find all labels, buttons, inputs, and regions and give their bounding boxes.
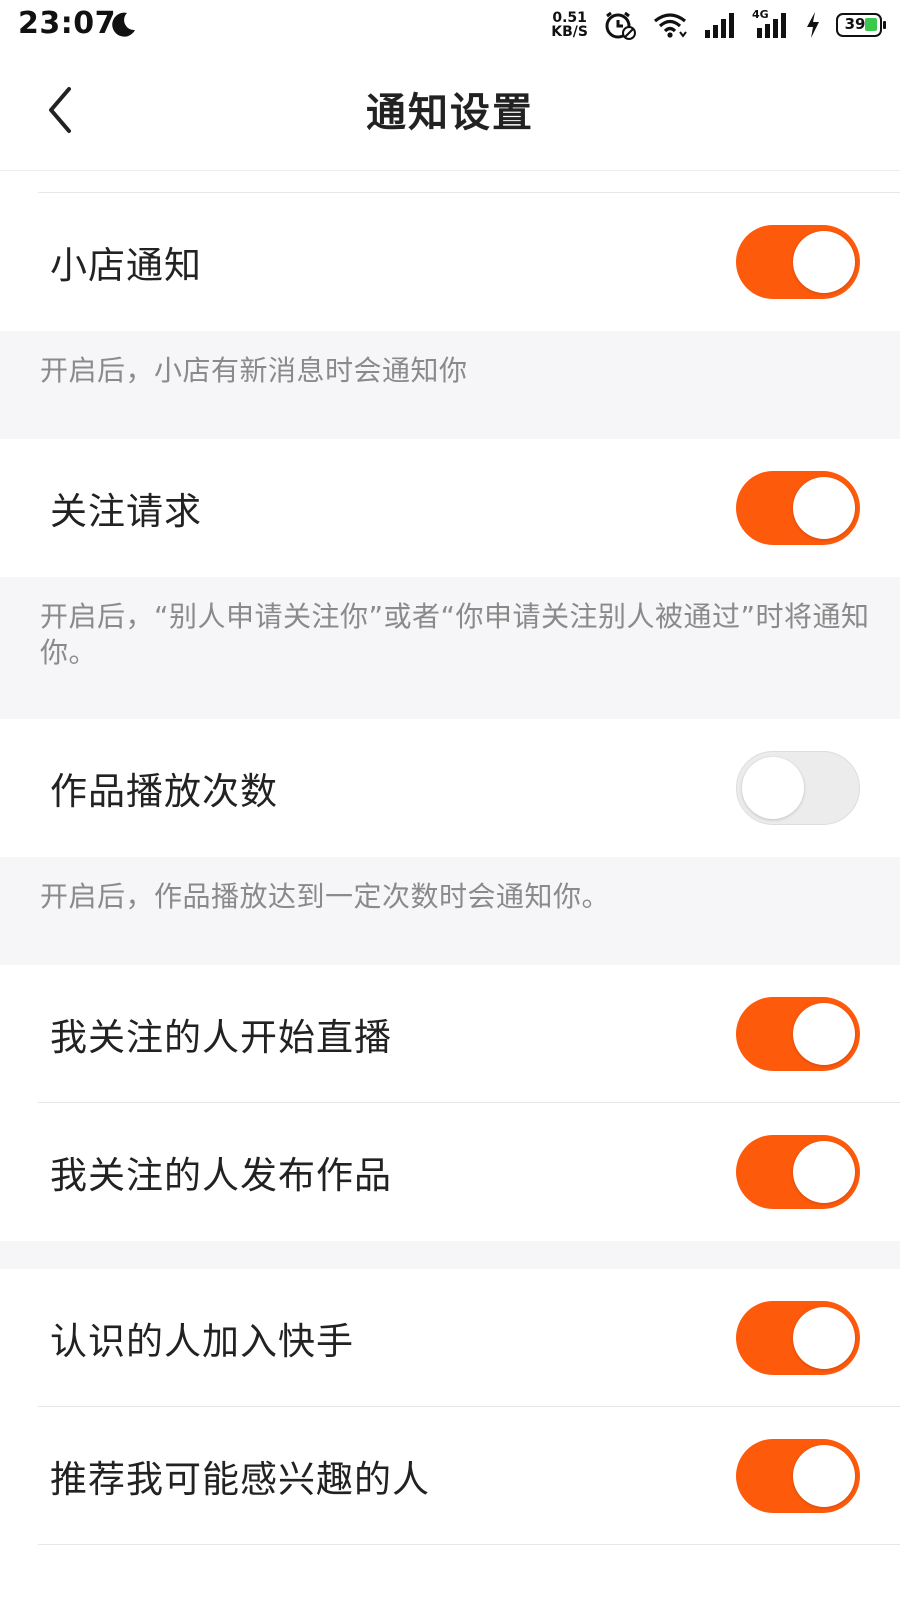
toggle-knob	[742, 757, 804, 819]
settings-list: 小店通知 开启后，小店有新消息时会通知你 关注请求 开启后，“别人申请关注你”或…	[0, 171, 900, 1545]
setting-description: 开启后，作品播放达到一定次数时会通知你。	[0, 857, 900, 965]
setting-row-play-count: 作品播放次数	[0, 719, 900, 857]
status-time: 23:07	[18, 6, 116, 41]
setting-description: 开启后，小店有新消息时会通知你	[0, 331, 900, 439]
nav-bar: 通知设置	[0, 50, 900, 171]
setting-label: 我关注的人发布作品	[50, 1154, 392, 1197]
toggle-knob	[793, 1445, 855, 1507]
signal-4g-icon	[757, 13, 786, 38]
signal-icon	[705, 13, 734, 38]
setting-row-acquaintance-joined: 认识的人加入快手	[0, 1269, 900, 1407]
network-speed-unit: KB/S	[551, 24, 588, 40]
charging-icon	[807, 12, 819, 38]
signal-4g: 4G	[752, 8, 790, 40]
toggle-knob	[793, 477, 855, 539]
setting-row-recommend-people: 推荐我可能感兴趣的人	[0, 1407, 900, 1545]
setting-label: 推荐我可能感兴趣的人	[50, 1458, 430, 1501]
alarm-icon	[605, 11, 636, 40]
setting-label: 关注请求	[50, 490, 202, 533]
status-icons: 0.51 KB/S 4G 39	[551, 6, 886, 44]
status-bar: 23:07 0.51 KB/S 4G 39	[0, 0, 900, 50]
notification-settings-screen: 23:07 0.51 KB/S 4G 39 通知设置 小店通知 开启后，小店有新…	[0, 0, 900, 1600]
wifi-icon	[654, 13, 687, 38]
acquaintance-joined-toggle[interactable]	[736, 1301, 860, 1375]
recommend-people-toggle[interactable]	[736, 1439, 860, 1513]
setting-label: 认识的人加入快手	[50, 1320, 354, 1363]
setting-row-follow-request: 关注请求	[0, 439, 900, 577]
setting-label: 我关注的人开始直播	[50, 1016, 392, 1059]
setting-label: 作品播放次数	[50, 770, 278, 813]
top-divider	[0, 171, 900, 193]
network-speed: 0.51 KB/S	[551, 11, 588, 39]
toggle-knob	[793, 231, 855, 293]
setting-row-following-post: 我关注的人发布作品	[0, 1103, 900, 1241]
following-live-toggle[interactable]	[736, 997, 860, 1071]
row-divider	[38, 1544, 900, 1545]
section-gap	[0, 1241, 900, 1269]
toggle-knob	[793, 1003, 855, 1065]
battery-level: 39	[844, 15, 866, 33]
play-count-toggle[interactable]	[736, 751, 860, 825]
shop-notification-toggle[interactable]	[736, 225, 860, 299]
page-title: 通知设置	[366, 90, 534, 136]
follow-request-toggle[interactable]	[736, 471, 860, 545]
setting-label: 小店通知	[50, 244, 202, 287]
following-post-toggle[interactable]	[736, 1135, 860, 1209]
network-speed-value: 0.51	[552, 10, 587, 26]
setting-description: 开启后，“别人申请关注你”或者“你申请关注别人被通过”时将通知你。	[0, 577, 900, 719]
setting-row-shop-notification: 小店通知	[0, 193, 900, 331]
battery-icon: 39	[836, 13, 886, 37]
toggle-knob	[793, 1141, 855, 1203]
toggle-knob	[793, 1307, 855, 1369]
moon-icon	[112, 12, 135, 37]
setting-row-following-live: 我关注的人开始直播	[0, 965, 900, 1103]
